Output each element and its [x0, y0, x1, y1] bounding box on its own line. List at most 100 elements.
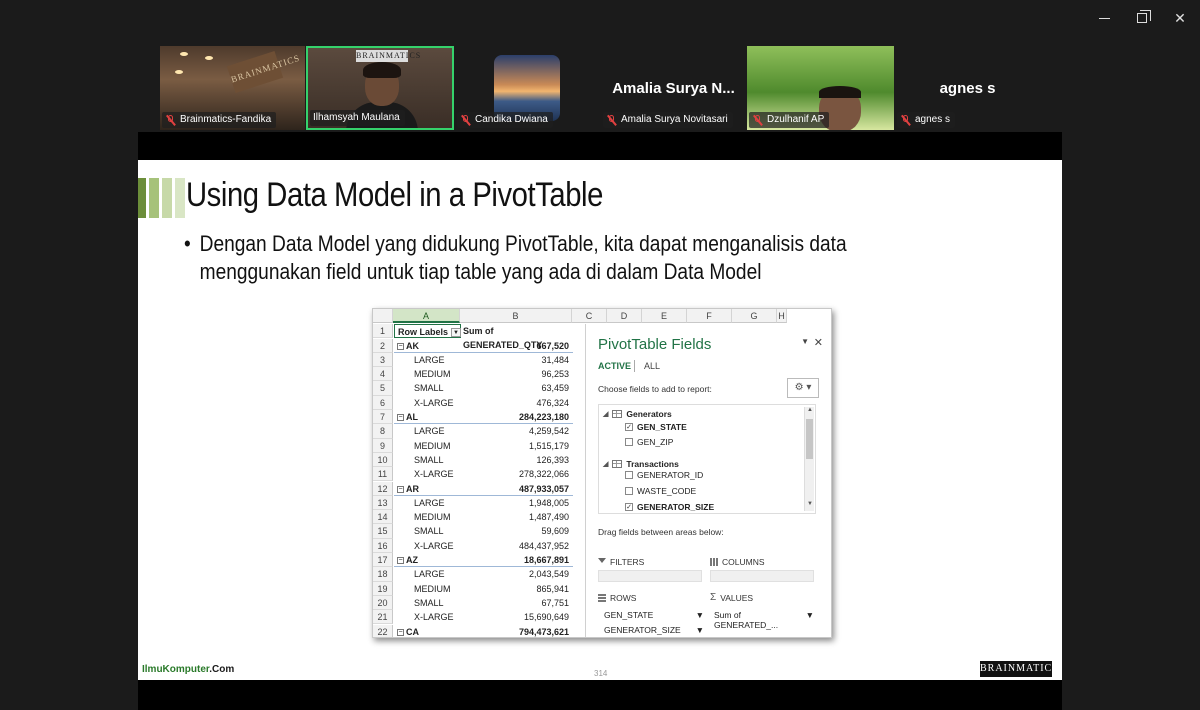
- checkbox-unchecked[interactable]: [625, 438, 633, 446]
- row-header[interactable]: 5: [373, 381, 393, 396]
- participant-tile-6[interactable]: agnes s agnes s: [895, 46, 1040, 130]
- row-header[interactable]: 21: [373, 610, 393, 625]
- row-header[interactable]: 15: [373, 524, 393, 539]
- pane-title: PivotTable Fields: [598, 336, 712, 353]
- collapse-icon[interactable]: −: [397, 414, 404, 422]
- column-header-B[interactable]: B: [460, 309, 572, 323]
- person-video: [363, 62, 401, 78]
- values-field-sum[interactable]: Sum of GENERATED_... ▼: [714, 610, 814, 630]
- participant-tile-5[interactable]: Dzulhanif AP: [747, 46, 894, 130]
- select-all-corner[interactable]: [373, 309, 393, 323]
- row-header[interactable]: 7: [373, 410, 393, 425]
- size-row-label: SMALL: [414, 526, 444, 537]
- field-waste-code[interactable]: WASTE_CODE: [625, 486, 696, 496]
- collapse-icon[interactable]: −: [397, 485, 404, 493]
- participant-display-name: Amalia Surya N...: [612, 80, 735, 97]
- filters-drop-area[interactable]: [598, 570, 702, 582]
- row-header[interactable]: 11: [373, 467, 393, 482]
- state-row-label[interactable]: − AZ: [394, 553, 461, 568]
- restore-button[interactable]: [1128, 6, 1156, 30]
- row-header[interactable]: 17: [373, 553, 393, 568]
- sum-value-cell: 667,520: [461, 339, 573, 353]
- size-row-label: MEDIUM: [414, 512, 451, 523]
- dropdown-arrow-icon: ▼: [805, 610, 814, 620]
- rows-field-generator-size[interactable]: GENERATOR_SIZE ▼: [604, 625, 704, 635]
- filter-dropdown-icon[interactable]: ▼: [451, 328, 462, 338]
- shared-screen-slide: Using Data Model in a PivotTable • Dengan…: [138, 160, 1062, 680]
- field-gen-state[interactable]: ✓ GEN_STATE: [625, 422, 687, 432]
- table-icon: [612, 410, 623, 418]
- checkbox-unchecked[interactable]: [625, 487, 633, 495]
- column-header-A[interactable]: A: [393, 309, 460, 323]
- column-header-F[interactable]: F: [687, 309, 732, 323]
- row-header[interactable]: 20: [373, 595, 393, 611]
- state-row-label[interactable]: − AR: [394, 482, 461, 496]
- collapse-icon[interactable]: −: [397, 557, 404, 565]
- tab-all[interactable]: ALL: [644, 361, 660, 371]
- state-row-label[interactable]: − AK: [394, 339, 461, 353]
- brand-strip: BRAINMATICS: [356, 50, 422, 62]
- scroll-thumb[interactable]: [806, 419, 813, 459]
- choose-fields-label: Choose fields to add to report:: [598, 384, 712, 394]
- row-header[interactable]: 16: [373, 538, 393, 553]
- checkbox-unchecked[interactable]: [625, 471, 633, 479]
- participant-tile-4[interactable]: Amalia Surya N... Amalia Surya Novitasar…: [601, 46, 746, 130]
- row-labels-header[interactable]: Row Labels ▼: [394, 324, 462, 339]
- tab-active[interactable]: ACTIVE: [598, 361, 631, 371]
- checkbox-checked[interactable]: ✓: [625, 503, 633, 511]
- state-row-label[interactable]: − AL: [394, 410, 461, 425]
- field-group-generators[interactable]: ◢ Generators: [603, 409, 672, 419]
- rows-field-gen-state[interactable]: GEN_STATE ▼: [604, 610, 704, 620]
- scroll-up-icon[interactable]: ▲: [805, 407, 815, 417]
- zoom-meeting-window: ✕ BRAINMATICS Brainmatics-Fandika BRAINM…: [0, 0, 1200, 710]
- row-header[interactable]: 10: [373, 452, 393, 468]
- participant-tile-2-active-speaker[interactable]: BRAINMATICS Ilhamsyah Maulana: [306, 46, 454, 130]
- participant-tile-1[interactable]: BRAINMATICS Brainmatics-Fandika: [160, 46, 305, 130]
- column-header-C[interactable]: C: [572, 309, 607, 323]
- sum-value-cell: 96,253: [541, 369, 569, 380]
- row-header[interactable]: 6: [373, 395, 393, 410]
- pane-close-icon[interactable]: ✕: [814, 336, 823, 349]
- row-header[interactable]: 18: [373, 567, 393, 582]
- field-group-transactions[interactable]: ◢ Transactions: [603, 459, 679, 469]
- dropdown-arrow-icon: ▼: [695, 625, 704, 635]
- column-header-D[interactable]: D: [607, 309, 642, 323]
- gear-icon[interactable]: ⚙ ▾: [787, 378, 819, 398]
- collapse-triangle-icon: ◢: [603, 411, 609, 418]
- row-header[interactable]: 3: [373, 352, 393, 368]
- participant-name-label: Ilhamsyah Maulana: [310, 110, 405, 126]
- row-header[interactable]: 22: [373, 624, 393, 637]
- column-header-G[interactable]: G: [732, 309, 777, 323]
- column-header-E[interactable]: E: [642, 309, 687, 323]
- field-gen-zip[interactable]: GEN_ZIP: [625, 437, 673, 447]
- collapse-icon[interactable]: −: [397, 342, 404, 350]
- scroll-down-icon[interactable]: ▼: [805, 501, 815, 511]
- close-button[interactable]: ✕: [1166, 6, 1194, 30]
- field-list-scrollbar[interactable]: ▲ ▼: [804, 407, 814, 511]
- columns-drop-area[interactable]: [710, 570, 814, 582]
- checkbox-checked[interactable]: ✓: [625, 423, 633, 431]
- row-header[interactable]: 14: [373, 510, 393, 525]
- column-header-H[interactable]: H: [777, 309, 787, 323]
- light-decoration: [205, 56, 213, 60]
- row-header: 1: [373, 324, 393, 339]
- row-header[interactable]: 2: [373, 338, 393, 353]
- drag-fields-label: Drag fields between areas below:: [598, 527, 724, 537]
- size-row-label: MEDIUM: [414, 583, 451, 594]
- field-generator-id[interactable]: GENERATOR_ID: [625, 470, 703, 480]
- sum-value-cell: 2,043,549: [528, 569, 569, 580]
- participant-tile-3[interactable]: Candika Dwiana: [455, 46, 600, 130]
- row-header[interactable]: 9: [373, 438, 393, 453]
- pane-options-icon[interactable]: ▼: [801, 337, 809, 346]
- state-row-label[interactable]: − CA: [394, 625, 461, 638]
- row-header[interactable]: 4: [373, 367, 393, 382]
- row-header[interactable]: 19: [373, 581, 393, 596]
- rows-icon: [598, 594, 606, 602]
- minimize-button[interactable]: [1090, 6, 1118, 30]
- row-header[interactable]: 12: [373, 481, 393, 496]
- page-number: 314: [594, 669, 608, 678]
- row-header[interactable]: 8: [373, 424, 393, 439]
- field-generator-size[interactable]: ✓ GENERATOR_SIZE: [625, 502, 714, 512]
- collapse-icon[interactable]: −: [397, 628, 404, 636]
- row-header[interactable]: 13: [373, 495, 393, 511]
